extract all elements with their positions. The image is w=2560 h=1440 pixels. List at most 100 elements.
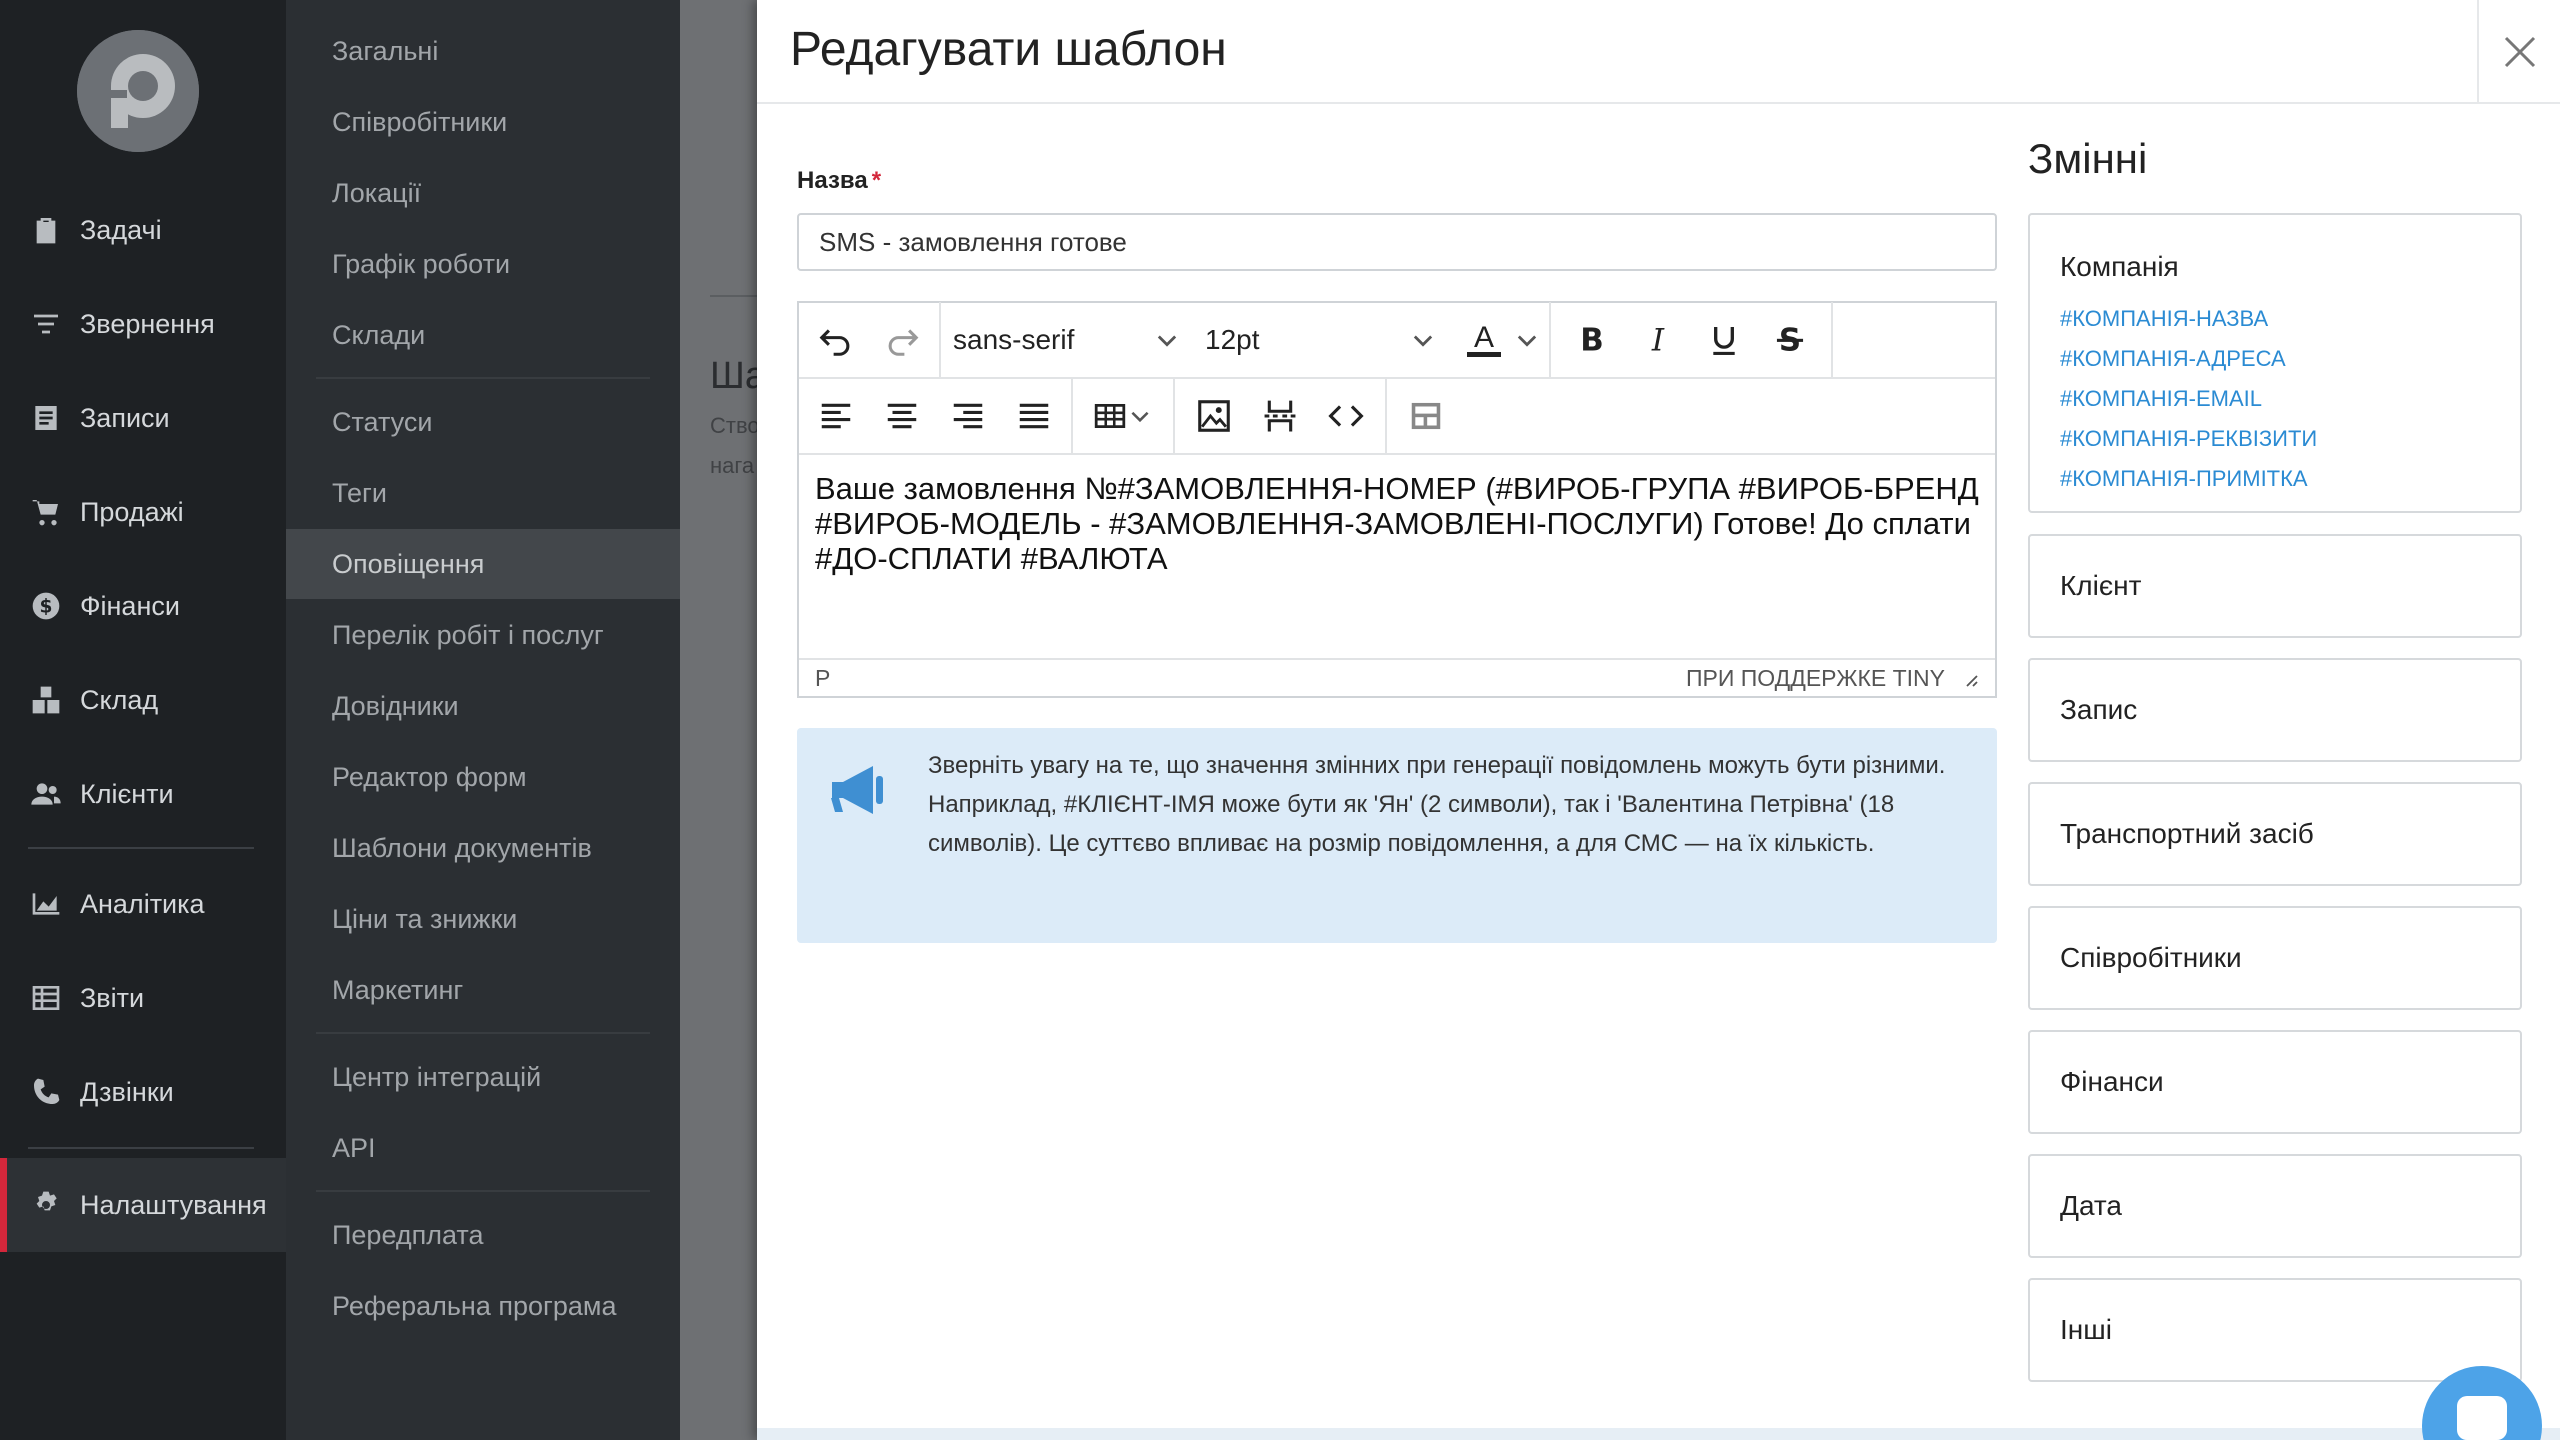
settings-subnav: Загальні Співробітники Локації Графік ро… [286, 0, 680, 1440]
strikethrough-icon: S [1776, 323, 1804, 359]
rail-item-label: Звернення [80, 308, 215, 339]
name-input[interactable]: SMS - замовлення готове [797, 213, 1997, 271]
italic-button[interactable]: I [1625, 310, 1691, 370]
subnav-item-api[interactable]: API [286, 1113, 680, 1183]
variable-link[interactable]: #КОМПАНІЯ-РЕКВІЗИТИ [2060, 426, 2317, 452]
rail-item-label: Склад [80, 684, 159, 715]
variables-group-other[interactable]: Інші [2028, 1278, 2522, 1382]
template-button[interactable] [1393, 386, 1459, 446]
subnav-item-notifications[interactable]: Оповіщення [286, 529, 680, 599]
align-right-button[interactable] [935, 386, 1001, 446]
align-left-button[interactable] [803, 386, 869, 446]
resize-handle-icon[interactable] [1959, 668, 1979, 688]
rail-item-finance[interactable]: $ Фінанси [0, 559, 286, 653]
variables-group-date[interactable]: Дата [2028, 1154, 2522, 1258]
template-icon [1411, 402, 1441, 430]
variable-link[interactable]: #КОМПАНІЯ-АДРЕСА [2060, 346, 2286, 372]
text-color-button[interactable]: A [1449, 302, 1549, 378]
variables-group-record[interactable]: Запис [2028, 658, 2522, 762]
notes-icon [28, 400, 64, 436]
editor-toolbar-row-1: sans-serif 12pt A B I S [799, 302, 1995, 379]
rail-item-label: Звіти [80, 982, 145, 1013]
image-icon [1198, 400, 1230, 432]
align-center-icon [887, 403, 917, 429]
insert-image-button[interactable] [1181, 386, 1247, 446]
variables-group-vehicle[interactable]: Транспортний засіб [2028, 782, 2522, 886]
subnav-item-warehouses[interactable]: Склади [286, 300, 680, 370]
page-break-button[interactable] [1247, 386, 1313, 446]
subnav-item-subscription[interactable]: Передплата [286, 1200, 680, 1270]
source-code-button[interactable] [1313, 386, 1379, 446]
font-size-value: 12pt [1205, 324, 1260, 355]
italic-icon: I [1651, 323, 1665, 359]
subnav-item-statuses[interactable]: Статуси [286, 387, 680, 457]
app-logo[interactable] [77, 30, 199, 152]
rail-item-label: Налаштування [80, 1189, 267, 1220]
subnav-item-tags[interactable]: Теги [286, 458, 680, 528]
bold-button[interactable]: B [1559, 310, 1625, 370]
close-button[interactable] [2477, 0, 2560, 104]
redo-button[interactable] [869, 310, 935, 370]
subnav-item-locations[interactable]: Локації [286, 158, 680, 228]
table-icon [1094, 403, 1126, 429]
subnav-item-marketing[interactable]: Маркетинг [286, 955, 680, 1025]
subnav-item-schedule[interactable]: Графік роботи [286, 229, 680, 299]
subnav-item-directories[interactable]: Довідники [286, 671, 680, 741]
rail-item-tasks[interactable]: Задачі [0, 183, 286, 277]
undo-button[interactable] [803, 310, 869, 370]
variable-link[interactable]: #КОМПАНІЯ-ПРИМІТКА [2060, 466, 2308, 492]
subnav-item-integrations[interactable]: Центр інтеграцій [286, 1042, 680, 1112]
variables-title: Змінні [2028, 135, 2148, 182]
variables-group-title: Транспортний засіб [2060, 818, 2314, 849]
text-color-icon: A [1467, 322, 1501, 357]
subnav-item-services[interactable]: Перелік робіт і послуг [286, 600, 680, 670]
rail-item-records[interactable]: Записи [0, 371, 286, 465]
variables-group-company[interactable]: Компанія #КОМПАНІЯ-НАЗВА #КОМПАНІЯ-АДРЕС… [2028, 213, 2522, 513]
variables-group-finance[interactable]: Фінанси [2028, 1030, 2522, 1134]
rail-item-clients[interactable]: Клієнти [0, 747, 286, 841]
rail-divider [28, 847, 254, 849]
modal-footer-strip [757, 1428, 2560, 1440]
strikethrough-button[interactable]: S [1757, 310, 1823, 370]
font-size-select[interactable]: 12pt [1193, 302, 1449, 378]
notice-text: Зверніть увагу на те, що значення змінни… [928, 752, 1946, 857]
variables-group-client[interactable]: Клієнт [2028, 534, 2522, 638]
rail-item-sales[interactable]: Продажі [0, 465, 286, 559]
align-justify-icon [1019, 403, 1049, 429]
rail-item-settings[interactable]: Налаштування [0, 1158, 286, 1252]
filter-icon [28, 306, 64, 342]
svg-text:$: $ [40, 597, 53, 618]
rail-item-reports[interactable]: Звіти [0, 951, 286, 1045]
table-icon [28, 980, 64, 1016]
background-page: Ша Ство нага [680, 0, 766, 1440]
table-button[interactable] [1083, 386, 1163, 446]
font-family-select[interactable]: sans-serif [941, 302, 1193, 378]
subnav-item-general[interactable]: Загальні [286, 16, 680, 86]
subnav-divider [316, 377, 650, 379]
subnav-item-referral[interactable]: Реферальна програма [286, 1271, 680, 1341]
rail-item-warehouse[interactable]: Склад [0, 653, 286, 747]
chat-icon [2457, 1396, 2507, 1440]
subnav-item-prices[interactable]: Ціни та знижки [286, 884, 680, 954]
chevron-down-icon [1413, 335, 1433, 347]
subnav-item-form-editor[interactable]: Редактор форм [286, 742, 680, 812]
underline-button[interactable] [1691, 310, 1757, 370]
rail-item-analytics[interactable]: Аналітика [0, 857, 286, 951]
variable-link[interactable]: #КОМПАНІЯ-EMAIL [2060, 386, 2262, 412]
powered-by-link[interactable]: ПРИ ПОДДЕРЖКЕ TINY [1686, 665, 1945, 692]
area-chart-icon [28, 886, 64, 922]
rail-item-requests[interactable]: Звернення [0, 277, 286, 371]
variables-group-title: Інші [2060, 1314, 2112, 1345]
modal-header: Редагувати шаблон [757, 0, 2560, 104]
clipboard-check-icon [28, 212, 64, 248]
subnav-item-employees[interactable]: Співробітники [286, 87, 680, 157]
variables-group-title: Фінанси [2060, 1066, 2164, 1097]
align-justify-button[interactable] [1001, 386, 1067, 446]
align-center-button[interactable] [869, 386, 935, 446]
modal-title: Редагувати шаблон [790, 23, 1227, 76]
subnav-item-document-templates[interactable]: Шаблони документів [286, 813, 680, 883]
editor-content[interactable]: Ваше замовлення №#ЗАМОВЛЕННЯ-НОМЕР (#ВИР… [815, 471, 1985, 576]
variable-link[interactable]: #КОМПАНІЯ-НАЗВА [2060, 306, 2268, 332]
variables-group-employees[interactable]: Співробітники [2028, 906, 2522, 1010]
rail-item-calls[interactable]: Дзвінки [0, 1045, 286, 1139]
